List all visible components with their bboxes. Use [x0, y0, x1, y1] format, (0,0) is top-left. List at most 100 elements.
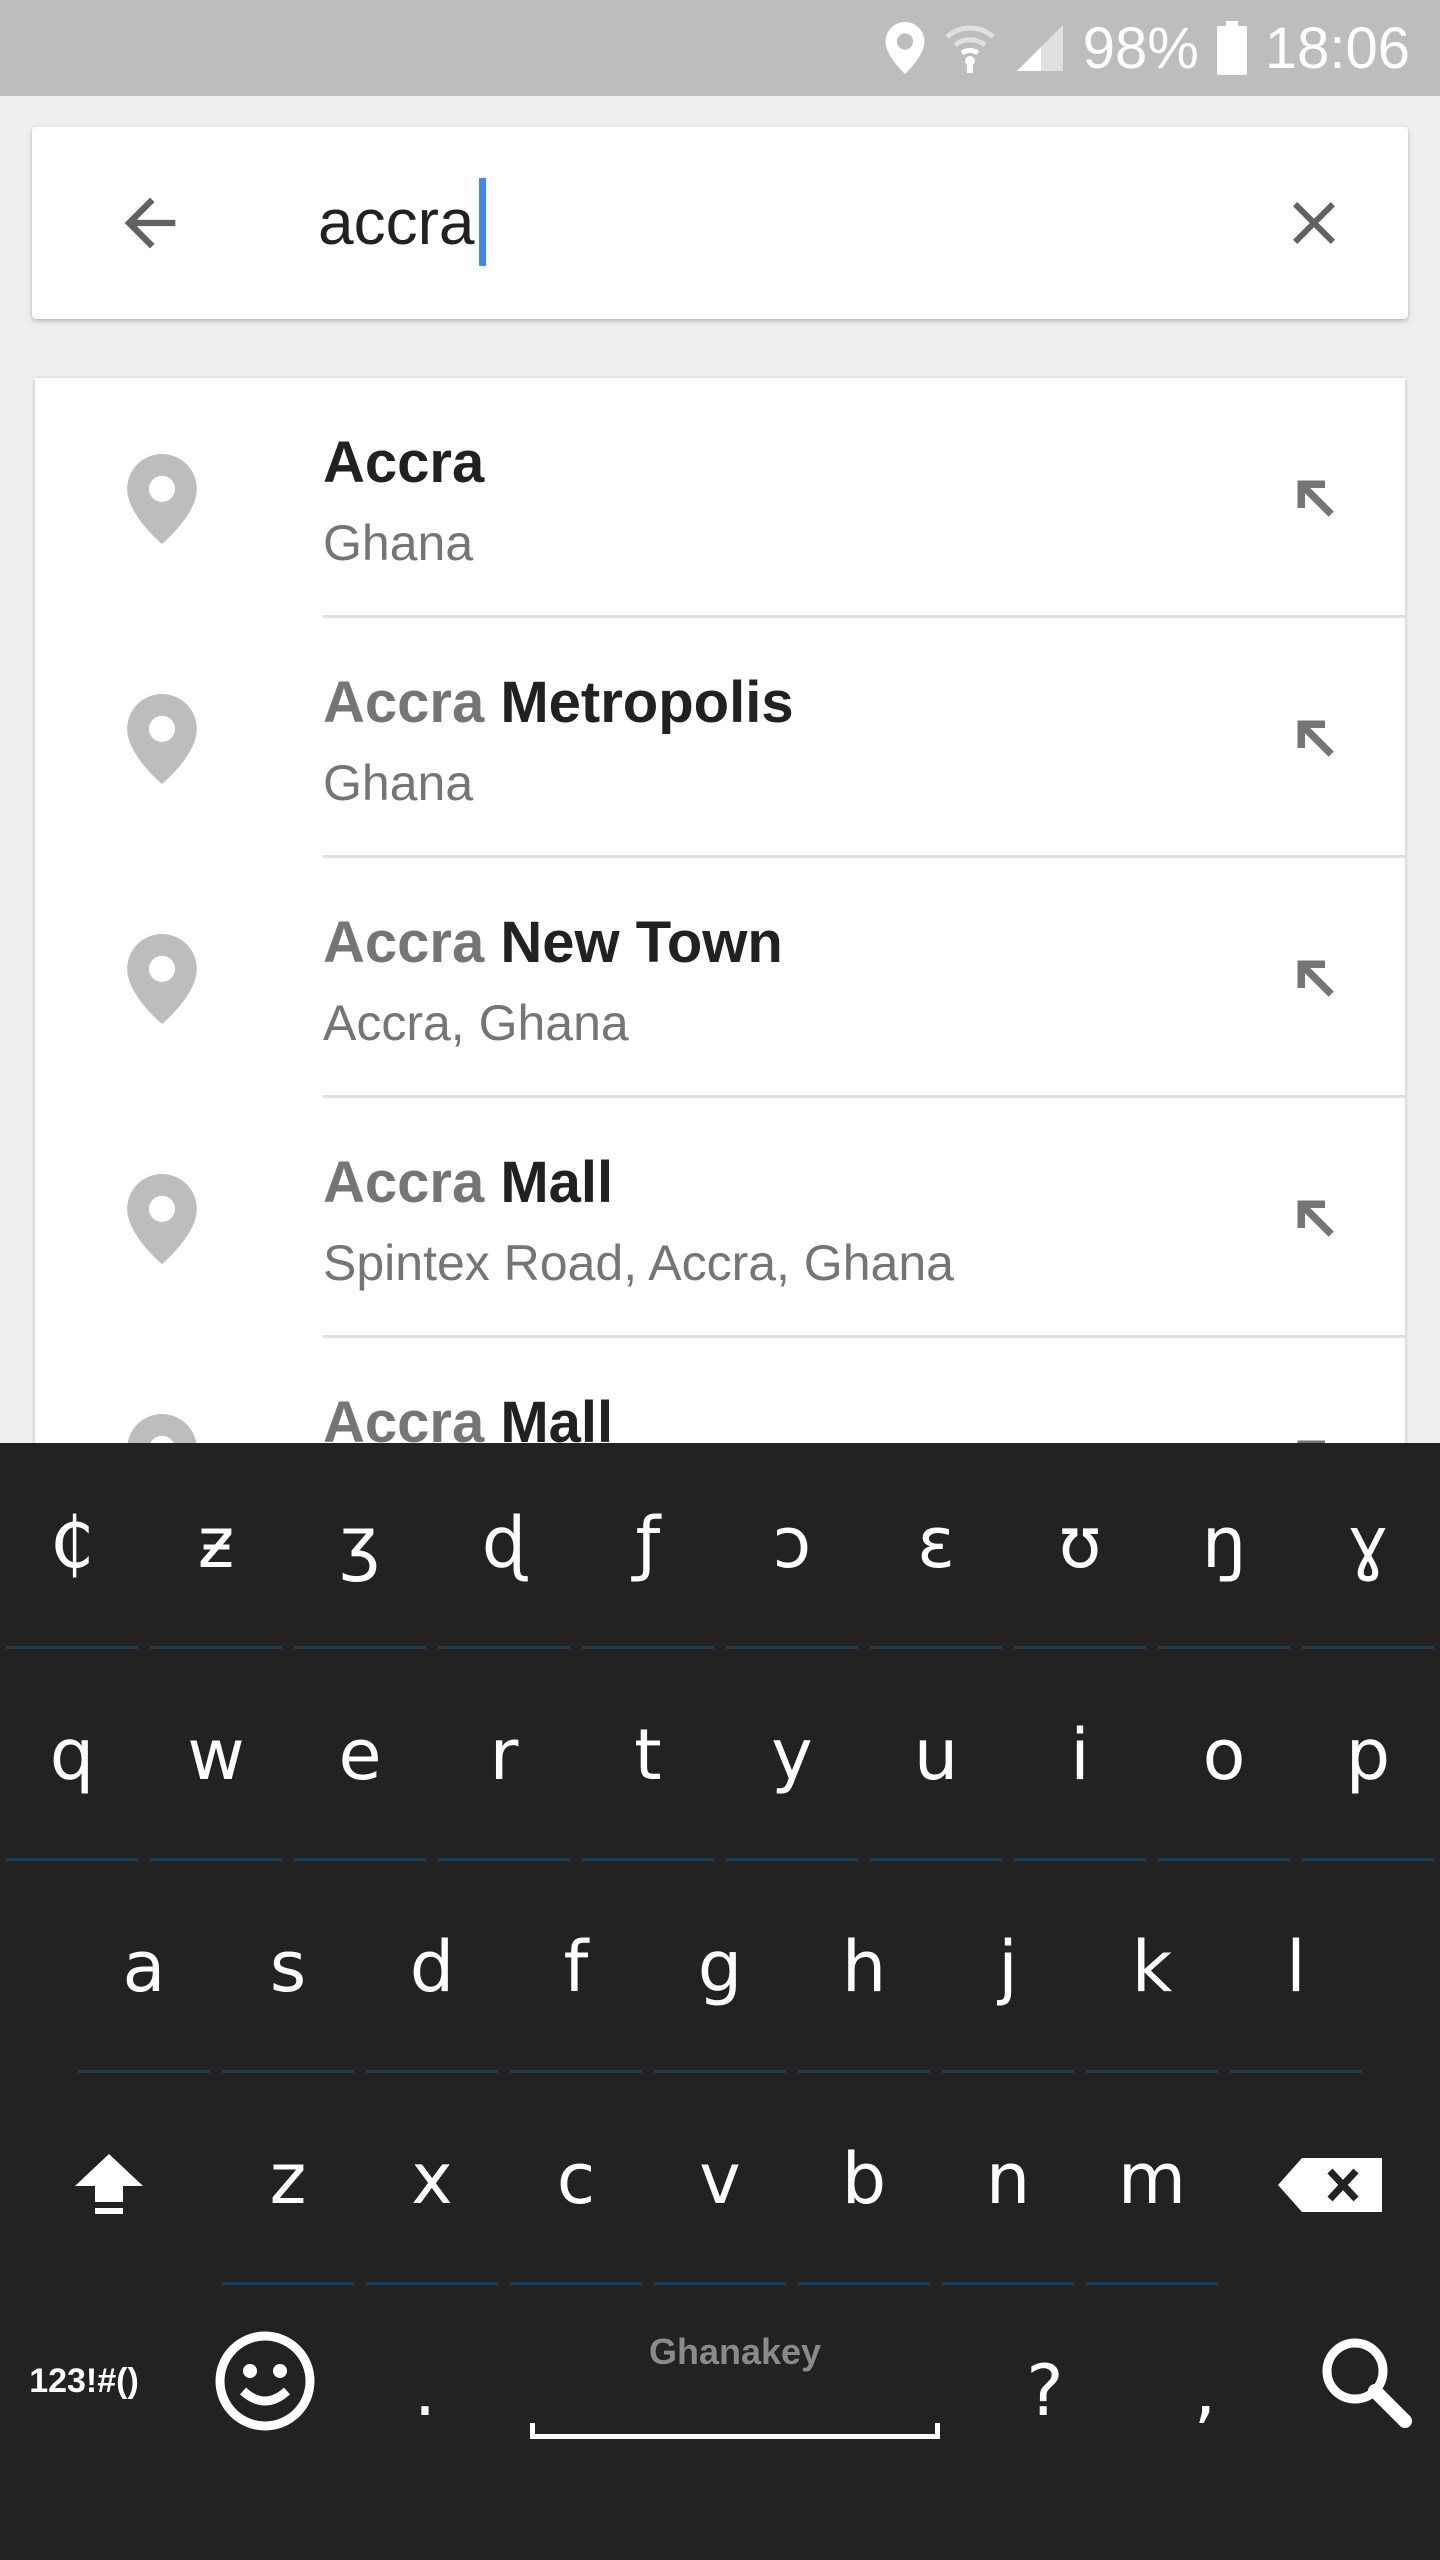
- suggestion-item[interactable]: Accra Ghana: [35, 378, 1405, 618]
- search-bar: accra: [32, 127, 1408, 319]
- key-7[interactable]: i: [1008, 1655, 1152, 1867]
- key-3[interactable]: v: [648, 2079, 792, 2291]
- key-6[interactable]: u: [864, 1655, 1008, 1867]
- suggestion-item[interactable]: Accra Mall Spintex Road, Accra, Ghana: [35, 1098, 1405, 1338]
- suggestion-item[interactable]: Accra Metropolis Ghana: [35, 618, 1405, 858]
- key-underline: [1014, 1858, 1146, 1861]
- suggestion-title: Accra New Town: [323, 908, 783, 978]
- key-label: q: [49, 1714, 95, 1796]
- key-3[interactable]: ɖ: [432, 1443, 576, 1655]
- key-label: ʒ: [339, 1502, 381, 1584]
- comma-key-label: ,: [1193, 2350, 1217, 2432]
- search-input[interactable]: accra: [318, 172, 486, 272]
- keyboard-row-2: asd fghjkl: [0, 1867, 1440, 2079]
- key-8[interactable]: o: [1152, 1655, 1296, 1867]
- backspace-key[interactable]: [1250, 2079, 1410, 2291]
- fill-query-arrow-icon[interactable]: [1285, 468, 1345, 528]
- key-label: f: [563, 1926, 589, 2008]
- key-5[interactable]: ɔ: [720, 1443, 864, 1655]
- shift-key[interactable]: [34, 2079, 184, 2291]
- key-4[interactable]: ƒ: [576, 1443, 720, 1655]
- key-label: ɖ: [481, 1502, 527, 1584]
- suggestion-title-rest: Mall: [484, 1390, 614, 1448]
- fill-query-arrow-icon[interactable]: [1285, 1188, 1345, 1248]
- key-1[interactable]: w: [144, 1655, 288, 1867]
- key-underline: [726, 1646, 858, 1649]
- space-key-label: Ghanakey: [648, 2331, 822, 2372]
- key-0[interactable]: q: [0, 1655, 144, 1867]
- key-1[interactable]: x: [360, 2079, 504, 2291]
- key-underline: [438, 1646, 570, 1649]
- arrow-back-icon[interactable]: [112, 185, 188, 261]
- symbols-key[interactable]: 123!#(): [14, 2291, 154, 2471]
- key-8[interactable]: l: [1224, 1867, 1368, 2079]
- key-0[interactable]: a: [72, 1867, 216, 2079]
- key-1[interactable]: s: [216, 1867, 360, 2079]
- key-underline: [582, 1646, 714, 1649]
- key-3[interactable]: f: [504, 1867, 648, 2079]
- suggestion-title: Accra Metropolis: [323, 668, 794, 738]
- key-underline: [1302, 1646, 1434, 1649]
- clock: 18:06: [1264, 15, 1410, 81]
- key-underline: [798, 2070, 930, 2073]
- key-2[interactable]: d: [360, 1867, 504, 2079]
- key-label: d: [409, 1926, 455, 2008]
- keyboard-row-1: qwertyuiop: [0, 1655, 1440, 1867]
- shift-icon: [75, 2154, 143, 2214]
- key-1[interactable]: ƶ: [144, 1443, 288, 1655]
- key-9[interactable]: ɣ: [1296, 1443, 1440, 1655]
- key-6[interactable]: j: [936, 1867, 1080, 2079]
- battery-percent: 98%: [1082, 15, 1199, 81]
- key-8[interactable]: ŋ: [1152, 1443, 1296, 1655]
- key-label: ƶ: [197, 1502, 235, 1584]
- key-6[interactable]: m: [1080, 2079, 1224, 2291]
- key-7[interactable]: k: [1080, 1867, 1224, 2079]
- key-3[interactable]: r: [432, 1655, 576, 1867]
- place-pin-icon: [127, 934, 197, 1024]
- search-query: accra: [318, 186, 475, 258]
- battery-icon: [1216, 21, 1247, 75]
- close-icon[interactable]: [1278, 187, 1350, 259]
- key-2[interactable]: ʒ: [288, 1443, 432, 1655]
- suggestion-item[interactable]: Accra New Town Accra, Ghana: [35, 858, 1405, 1098]
- fill-query-arrow-icon[interactable]: [1285, 948, 1345, 1008]
- fill-query-arrow-icon[interactable]: [1285, 708, 1345, 768]
- key-9[interactable]: p: [1296, 1655, 1440, 1867]
- key-6[interactable]: ɛ: [864, 1443, 1008, 1655]
- keyboard-row-3: zxcvbnm: [0, 2079, 1440, 2291]
- suggestion-title: Accra: [323, 428, 484, 498]
- suggestion-title-match: Accra: [323, 1150, 485, 1215]
- key-underline: [6, 1646, 138, 1649]
- space-key[interactable]: Ghanakey: [530, 2291, 940, 2491]
- period-key-label: .: [413, 2350, 437, 2432]
- key-label: z: [269, 2138, 307, 2220]
- key-label: ɣ: [1347, 1502, 1389, 1584]
- key-4[interactable]: b: [792, 2079, 936, 2291]
- key-2[interactable]: c: [504, 2079, 648, 2291]
- key-label: ₵: [49, 1502, 95, 1584]
- text-caret: [478, 178, 486, 266]
- key-label: ŋ: [1201, 1502, 1247, 1584]
- key-underline: [870, 1646, 1002, 1649]
- key-5[interactable]: n: [936, 2079, 1080, 2291]
- key-label: ɛ: [917, 1502, 955, 1584]
- key-7[interactable]: ʊ: [1008, 1443, 1152, 1655]
- key-4[interactable]: g: [648, 1867, 792, 2079]
- key-5[interactable]: h: [792, 1867, 936, 2079]
- key-2[interactable]: e: [288, 1655, 432, 1867]
- emoji-key[interactable]: [200, 2291, 330, 2471]
- key-0[interactable]: z: [216, 2079, 360, 2291]
- suggestion-item[interactable]: Accra Mall: [35, 1338, 1405, 1448]
- status-bar: 98% 18:06: [0, 0, 1440, 96]
- key-underline: [1086, 2282, 1218, 2285]
- key-0[interactable]: ₵: [0, 1443, 144, 1655]
- period-key[interactable]: .: [370, 2291, 480, 2491]
- search-icon: [1322, 2338, 1412, 2428]
- signal-icon: [1015, 23, 1065, 73]
- search-key[interactable]: [1300, 2291, 1430, 2471]
- key-5[interactable]: y: [720, 1655, 864, 1867]
- question-key[interactable]: ?: [990, 2291, 1100, 2491]
- key-4[interactable]: t: [576, 1655, 720, 1867]
- key-label: b: [841, 2138, 887, 2220]
- comma-key[interactable]: ,: [1150, 2291, 1260, 2491]
